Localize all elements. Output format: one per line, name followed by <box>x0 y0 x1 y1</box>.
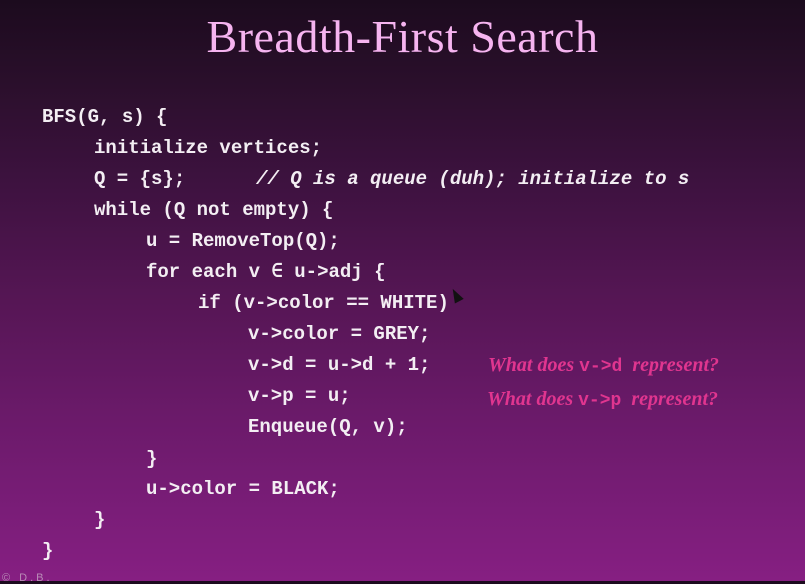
question-v-p-post: represent? <box>621 388 719 410</box>
code-line-enqueue: Enqueue(Q, v); <box>248 416 408 438</box>
question-v-d-post: represent? <box>622 354 720 376</box>
question-v-p: What does v->p represent? <box>487 388 718 412</box>
code-line-queue-init: Q = {s}; <box>94 168 186 190</box>
code-comment-queue: // Q is a queue (duh); initialize to s <box>256 168 690 190</box>
code-line-color-grey: v->color = GREY; <box>248 323 431 345</box>
code-line-set-p: v->p = u; <box>248 385 351 407</box>
code-line-for-each: for each v ∈ u->adj { <box>146 261 386 283</box>
code-line-bfs-signature: BFS(G, s) { <box>42 106 168 128</box>
code-line-if-white: if (v->color == WHITE) <box>198 292 449 314</box>
code-line-remove-top: u = RemoveTop(Q); <box>146 230 340 252</box>
slide: Breadth-First Search BFS(G, s) { initial… <box>0 0 805 584</box>
code-line-initialize: initialize vertices; <box>94 137 323 159</box>
question-v-p-code: v->p <box>578 391 622 411</box>
code-line-color-black: u->color = BLACK; <box>146 478 340 500</box>
copyright-footer: © D.B. <box>2 572 53 584</box>
code-line-set-d: v->d = u->d + 1; <box>248 354 431 376</box>
code-block: BFS(G, s) { initialize vertices; Q = {s}… <box>0 0 805 581</box>
question-v-d: What does v->d represent? <box>488 354 719 378</box>
question-v-d-code: v->d <box>579 357 623 377</box>
code-line-while: while (Q not empty) { <box>94 199 334 221</box>
question-v-d-pre: What does <box>488 354 580 376</box>
code-line-close-bfs: } <box>42 540 54 562</box>
code-line-close-while: } <box>94 509 106 531</box>
question-v-p-pre: What does <box>487 388 579 410</box>
code-line-close-for: } <box>146 448 158 470</box>
